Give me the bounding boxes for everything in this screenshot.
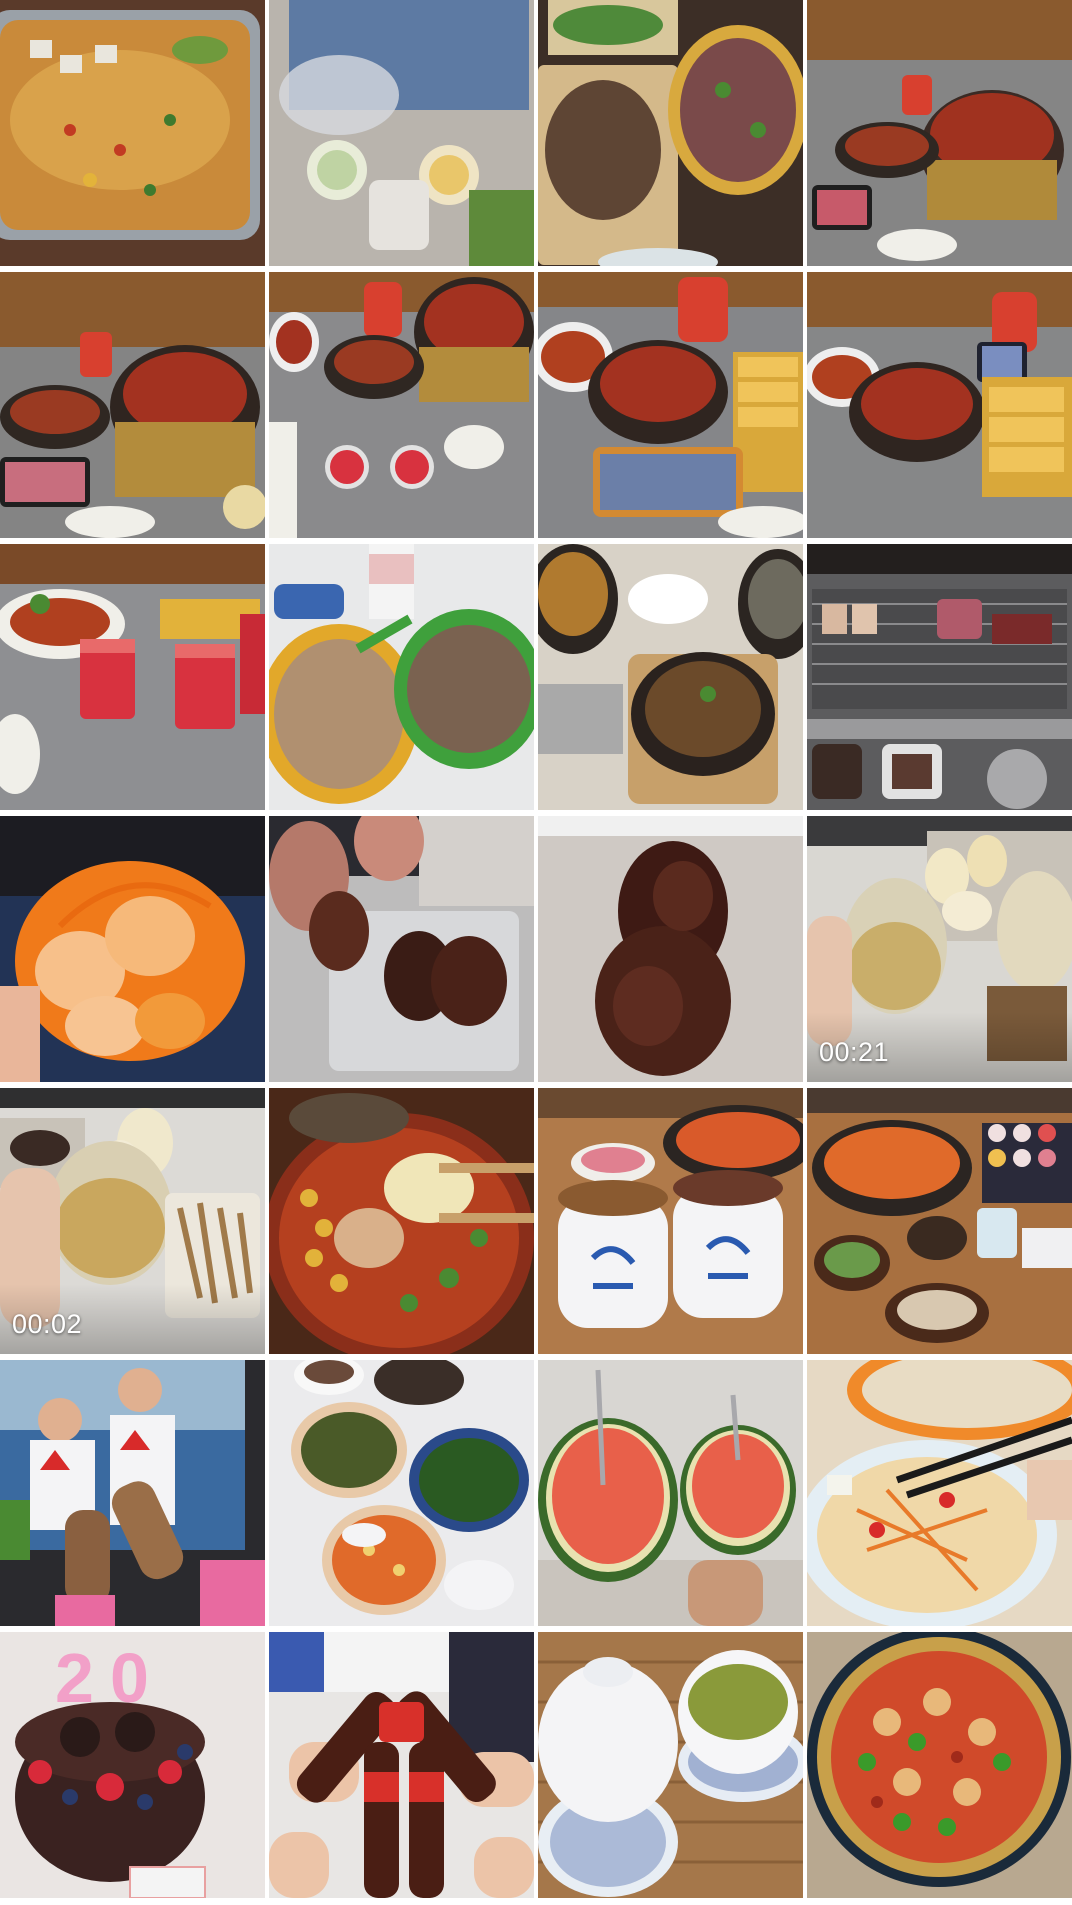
clay-pot-dishes-photo-icon — [269, 272, 534, 538]
bbq-grill-photo-icon — [807, 544, 1072, 810]
gallery-item-28[interactable] — [807, 1632, 1072, 1898]
beer-toast-photo-icon — [269, 1632, 534, 1898]
duck-neck-photo-icon — [538, 816, 803, 1082]
stir-fry-dishes-photo-icon — [538, 0, 803, 266]
clay-pot-dishes-photo-icon — [807, 0, 1072, 266]
spicy-stew-photo-icon — [269, 1088, 534, 1354]
fried-rice-photo-icon — [269, 544, 534, 810]
gallery-item-20[interactable] — [807, 1088, 1072, 1354]
gallery-item-10[interactable] — [269, 544, 534, 810]
gallery-item-5[interactable] — [0, 272, 265, 538]
orange-photo-icon — [0, 816, 265, 1082]
gallery-item-21[interactable] — [0, 1360, 265, 1626]
stone-pot-photo-icon — [538, 544, 803, 810]
hotpot-table-photo-icon — [807, 1088, 1072, 1354]
video-duration-label: 00:02 — [12, 1309, 83, 1339]
duck-neck-photo-icon — [269, 816, 534, 1082]
gallery-item-6[interactable] — [269, 272, 534, 538]
gallery-item-9[interactable] — [0, 544, 265, 810]
gallery-item-3[interactable] — [538, 0, 803, 266]
gallery-item-18[interactable] — [269, 1088, 534, 1354]
takeout-drinks-photo-icon — [269, 0, 534, 266]
gallery-item-11[interactable] — [538, 544, 803, 810]
watermelon-photo-icon — [538, 1360, 803, 1626]
clay-pot-dishes-photo-icon — [0, 272, 265, 538]
tea-cups-photo-icon — [538, 1632, 803, 1898]
gallery-item-26[interactable] — [269, 1632, 534, 1898]
gallery-item-19[interactable] — [538, 1088, 803, 1354]
gallery-item-25[interactable]: 2 0 — [0, 1632, 265, 1898]
hotpot-cups-photo-icon — [538, 1088, 803, 1354]
birthday-cake-photo-icon: 2 0 — [0, 1632, 265, 1898]
watermelon-juice-photo-icon — [0, 544, 265, 810]
papaya-salad-photo-icon — [807, 1360, 1072, 1626]
gallery-item-2[interactable] — [269, 0, 534, 266]
gallery-item-14[interactable] — [269, 816, 534, 1082]
gallery-item-17[interactable]: 00:02 — [0, 1088, 265, 1354]
video-duration-label: 00:21 — [819, 1037, 890, 1067]
clay-pot-dishes-photo-icon — [807, 272, 1072, 538]
gallery-item-16[interactable]: 00:21 — [807, 816, 1072, 1082]
clay-pot-dishes-photo-icon — [538, 272, 803, 538]
gallery-item-1[interactable] — [0, 0, 265, 266]
grilled-fish-photo-icon — [0, 0, 265, 266]
spicy-chicken-photo-icon — [807, 1632, 1072, 1898]
gallery-item-22[interactable] — [269, 1360, 534, 1626]
home-meal-photo-icon — [269, 1360, 534, 1626]
gallery-item-7[interactable] — [538, 272, 803, 538]
gallery-item-12[interactable] — [807, 544, 1072, 810]
gallery-item-24[interactable] — [807, 1360, 1072, 1626]
gallery-item-27[interactable] — [538, 1632, 803, 1898]
gallery-item-15[interactable] — [538, 816, 803, 1082]
gallery-item-13[interactable] — [0, 816, 265, 1082]
gallery-item-4[interactable] — [807, 0, 1072, 266]
photo-grid: 00:21 00:02 2 0 — [0, 0, 1072, 1898]
gallery-item-23[interactable] — [538, 1360, 803, 1626]
gallery-item-8[interactable] — [807, 272, 1072, 538]
ice-cream-tv-photo-icon — [0, 1360, 265, 1626]
